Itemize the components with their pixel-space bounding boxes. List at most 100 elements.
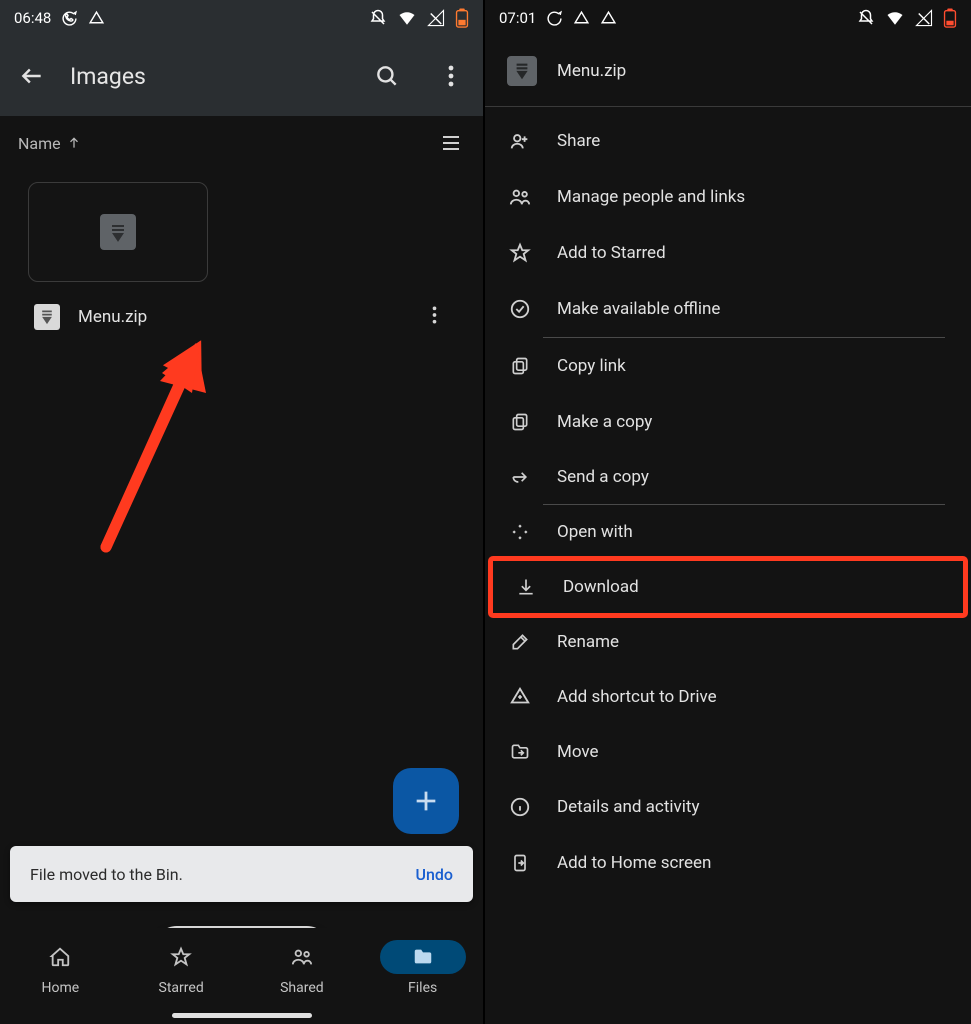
menu-label: Send a copy [557, 467, 649, 487]
offline-icon [507, 298, 533, 320]
wifi-icon [397, 9, 417, 27]
nav-shared-label: Shared [259, 980, 345, 996]
menu-label: Open with [557, 522, 633, 542]
whatsapp-icon [61, 10, 78, 27]
zip-file-mini-icon [34, 304, 60, 330]
status-left: 07:01 [499, 9, 617, 27]
folder-icon [411, 946, 435, 968]
sheet-filename: Menu.zip [557, 61, 626, 81]
snackbar: File moved to the Bin. Undo [10, 846, 473, 902]
menu-offline[interactable]: Make available offline [485, 281, 971, 337]
menu-open-with[interactable]: Open with [485, 505, 971, 559]
menu-label: Add to Home screen [557, 853, 711, 873]
search-button[interactable] [373, 62, 401, 90]
bottom-nav: Home Starred Shared Files [0, 928, 483, 1024]
status-bar: 07:01 [485, 0, 971, 36]
menu-move[interactable]: Move [485, 725, 971, 779]
overflow-button[interactable] [437, 62, 465, 90]
sort-button[interactable]: Name [18, 134, 81, 153]
nav-home[interactable]: Home [17, 940, 103, 996]
drive-icon [573, 10, 590, 27]
file-overflow-button[interactable] [432, 305, 449, 330]
back-button[interactable] [18, 62, 46, 90]
signal-icon [427, 9, 445, 27]
annotation-arrow [88, 337, 218, 557]
app-bar: Images [0, 36, 483, 116]
dnd-icon [369, 9, 387, 27]
sort-arrow-icon [67, 136, 81, 150]
whatsapp-icon [546, 10, 563, 27]
menu-label: Download [563, 577, 639, 597]
menu-send-copy[interactable]: Send a copy [485, 450, 971, 504]
move-icon [507, 742, 533, 762]
nav-shared[interactable]: Shared [259, 940, 345, 996]
annotation-arrow-head [88, 337, 218, 557]
menu-label: Make a copy [557, 412, 652, 432]
menu-label: Details and activity [557, 797, 700, 817]
copy-link-icon [507, 355, 533, 377]
sort-label: Name [18, 134, 61, 153]
action-menu: Share Manage people and links Add to Sta… [485, 107, 971, 897]
file-row[interactable]: Menu.zip [28, 282, 455, 330]
status-time: 06:48 [14, 9, 51, 27]
menu-add-starred[interactable]: Add to Starred [485, 225, 971, 281]
menu-rename[interactable]: Rename [485, 615, 971, 669]
nav-starred[interactable]: Starred [138, 940, 224, 996]
star-icon [507, 242, 533, 264]
menu-label: Add shortcut to Drive [557, 687, 717, 707]
menu-make-copy[interactable]: Make a copy [485, 394, 971, 450]
drive-icon [88, 10, 105, 27]
view-toggle-button[interactable] [437, 129, 465, 157]
menu-download[interactable]: Download [491, 559, 965, 615]
people-icon [290, 946, 314, 968]
battery-icon [943, 8, 957, 28]
status-left: 06:48 [14, 9, 105, 27]
shortcut-icon [507, 686, 533, 708]
menu-label: Rename [557, 632, 619, 652]
sheet-header: Menu.zip [485, 36, 971, 106]
rename-icon [507, 632, 533, 652]
status-bar: 06:48 [0, 0, 483, 36]
zip-file-icon [507, 56, 537, 86]
zip-file-icon [100, 214, 136, 250]
openwith-icon [507, 522, 533, 542]
drive-icon [600, 10, 617, 27]
menu-label: Copy link [557, 356, 626, 376]
wifi-icon [885, 9, 905, 27]
file-thumbnail[interactable] [28, 182, 208, 282]
menu-copy-link[interactable]: Copy link [485, 338, 971, 394]
menu-details[interactable]: Details and activity [485, 779, 971, 835]
nav-files[interactable]: Files [380, 940, 466, 996]
home-icon [49, 946, 71, 968]
file-name: Menu.zip [78, 307, 147, 327]
menu-manage-people[interactable]: Manage people and links [485, 169, 971, 225]
send-icon [507, 467, 533, 487]
home-screen-icon [507, 852, 533, 874]
menu-add-shortcut[interactable]: Add shortcut to Drive [485, 669, 971, 725]
sort-row: Name [0, 116, 483, 170]
menu-add-home-screen[interactable]: Add to Home screen [485, 835, 971, 891]
dnd-icon [857, 9, 875, 27]
share-icon [507, 130, 533, 152]
signal-icon [915, 9, 933, 27]
right-phone: 07:01 [485, 0, 971, 1024]
page-title: Images [70, 63, 146, 90]
snackbar-undo-button[interactable]: Undo [416, 865, 453, 884]
status-time: 07:01 [499, 9, 536, 27]
download-icon [513, 576, 539, 598]
snackbar-message: File moved to the Bin. [30, 865, 183, 884]
people-icon [507, 186, 533, 208]
menu-label: Share [557, 131, 600, 151]
copy-icon [507, 411, 533, 433]
menu-label: Add to Starred [557, 243, 666, 263]
menu-label: Move [557, 742, 599, 762]
nav-files-label: Files [380, 980, 466, 996]
nav-home-label: Home [17, 980, 103, 996]
menu-share[interactable]: Share [485, 113, 971, 169]
menu-label: Make available offline [557, 299, 720, 319]
left-phone: 06:48 Images [0, 0, 485, 1024]
fab-new-button[interactable] [393, 768, 459, 834]
nav-starred-label: Starred [138, 980, 224, 996]
battery-icon [455, 8, 469, 28]
status-right [857, 8, 957, 28]
